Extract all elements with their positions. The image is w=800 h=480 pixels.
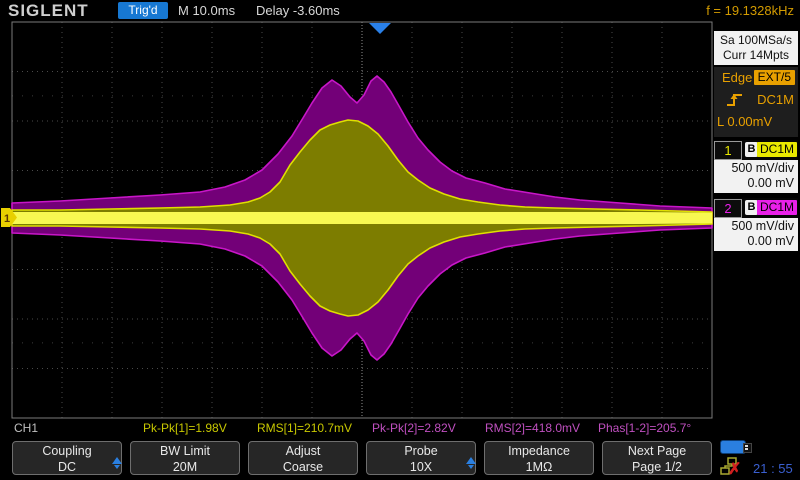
menu-button-coupling[interactable]: Coupling DC <box>12 441 122 475</box>
trigger-position-marker[interactable] <box>369 23 391 34</box>
menu-button-nextpage[interactable]: Next Page Page 1/2 <box>602 441 712 475</box>
trigger-level: L 0.00mV <box>717 114 772 129</box>
oscilloscope-screen: 1 SIGLENT Trig'd M 10.0ms Delay -3.60ms … <box>0 0 800 480</box>
usb-icon <box>720 440 746 454</box>
menu-button-impedance[interactable]: Impedance 1MΩ <box>484 441 594 475</box>
timebase-readout[interactable]: M 10.0ms <box>178 3 235 18</box>
menu-label: Probe <box>367 443 475 459</box>
trigger-coupling: DC1M <box>757 89 794 111</box>
menu-label: BW Limit <box>131 443 239 459</box>
measurement-rms1: RMS[1]=210.7mV <box>257 421 352 435</box>
waveform-display: 1 <box>0 0 800 480</box>
trigger-type-label: Edge <box>722 70 752 85</box>
menu-button-bwlimit[interactable]: BW Limit 20M <box>130 441 240 475</box>
acquisition-info-box[interactable]: Sa 100MSa/s Curr 14Mpts <box>714 31 798 65</box>
menu-value: 10X <box>367 459 475 475</box>
channel1-info-box[interactable]: 1 B DC1M 500 mV/div 0.00 mV <box>714 140 798 193</box>
channel1-offset-marker-label: 1 <box>4 213 10 225</box>
menu-value: 20M <box>131 459 239 475</box>
delay-readout[interactable]: Delay -3.60ms <box>256 3 340 18</box>
menu-value: 1MΩ <box>485 459 593 475</box>
frequency-counter: f = 19.1328kHz <box>706 3 794 18</box>
channel2-number: 2 <box>714 199 742 218</box>
menu-label: Impedance <box>485 443 593 459</box>
channel1-offset: 0.00 mV <box>714 176 794 191</box>
measurement-pkpk2: Pk-Pk[2]=2.82V <box>372 421 456 435</box>
sample-rate: Sa 100MSa/s <box>714 33 798 48</box>
measurement-pkpk1: Pk-Pk[1]=1.98V <box>143 421 227 435</box>
trigger-source-badge: EXT/5 <box>754 70 795 85</box>
lan-error-cross: ✗ <box>728 459 741 479</box>
menu-label: Next Page <box>603 443 711 459</box>
waveform-traces <box>12 76 712 360</box>
rising-edge-icon <box>726 92 744 108</box>
trace-ch1-core <box>12 212 712 224</box>
measure-channel-label: CH1 <box>14 421 38 435</box>
menu-label: Coupling <box>13 443 121 459</box>
trigger-info-box[interactable]: Edge EXT/5 DC1M L 0.00mV <box>714 67 798 137</box>
menu-value: Coarse <box>249 459 357 475</box>
channel2-coupling-badge: DC1M <box>757 200 797 215</box>
menu-value: DC <box>13 459 121 475</box>
menu-label: Adjust <box>249 443 357 459</box>
channel1-scale: 500 mV/div <box>714 161 794 176</box>
menu-button-adjust[interactable]: Adjust Coarse <box>248 441 358 475</box>
memory-depth: Curr 14Mpts <box>714 48 798 63</box>
channel1-coupling-badge: DC1M <box>757 142 797 157</box>
trigger-status-badge: Trig'd <box>118 2 168 19</box>
menu-value: Page 1/2 <box>603 459 711 475</box>
lan-disconnected-icon: ✗ <box>720 457 746 477</box>
channel2-info-box[interactable]: 2 B DC1M 500 mV/div 0.00 mV <box>714 198 798 251</box>
channel1-number: 1 <box>714 141 742 160</box>
channel2-scale: 500 mV/div <box>714 219 794 234</box>
siglent-logo: SIGLENT <box>8 1 89 21</box>
channel2-offset: 0.00 mV <box>714 234 794 249</box>
measurement-phase: Phas[1-2]=205.7° <box>598 421 691 435</box>
menu-button-probe[interactable]: Probe 10X <box>366 441 476 475</box>
measurement-rms2: RMS[2]=418.0mV <box>485 421 580 435</box>
clock: 21 : 55 <box>753 461 793 476</box>
